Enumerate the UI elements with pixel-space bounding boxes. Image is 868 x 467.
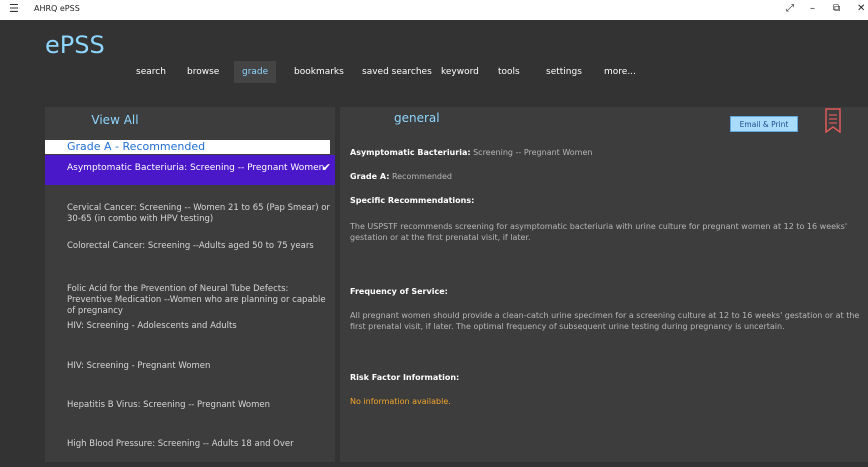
- grade-value: Recommended: [391, 172, 453, 181]
- frequency-label: Frequency of Service:: [350, 287, 448, 296]
- topic-line: Asymptomatic Bacteriuria: Screening -- P…: [350, 147, 860, 158]
- topic-item[interactable]: Folic Acid for the Prevention of Neural …: [67, 284, 335, 317]
- frequency-text: All pregnant women should provide a clea…: [350, 311, 860, 331]
- specific-recommendations-label: Specific Recommendations:: [350, 196, 475, 205]
- title-bar: ☰ AHRQ ePSS ⤢ – ⧉ ✕: [0, 0, 868, 20]
- expand-icon[interactable]: ⤢: [786, 3, 794, 14]
- grade-group-label: Grade A - Recommended: [67, 140, 206, 153]
- nav-more[interactable]: more...: [596, 61, 644, 83]
- nav-settings[interactable]: settings: [538, 61, 590, 83]
- topic-item[interactable]: HIV: Screening - Pregnant Women: [67, 361, 335, 372]
- topic-item[interactable]: Colorectal Cancer: Screening --Adults ag…: [67, 241, 335, 252]
- topic-label: Asymptomatic Bacteriuria:: [350, 148, 471, 157]
- nav-search[interactable]: search: [128, 61, 174, 83]
- checkmark-icon: ✔: [321, 161, 331, 174]
- nav-grade[interactable]: grade: [234, 61, 277, 83]
- specific-recommendations-text: The USPSTF recommends screening for asym…: [350, 222, 848, 242]
- brand-logo: ePSS: [45, 31, 105, 59]
- email-print-button[interactable]: Email & Print: [730, 116, 798, 132]
- topic-item-label: Asymptomatic Bacteriuria: Screening -- P…: [67, 163, 325, 173]
- topic-item[interactable]: High Blood Pressure: Screening -- Adults…: [67, 439, 335, 450]
- grade-group-header: Grade A - Recommended: [45, 140, 330, 154]
- detail-tab-title: general: [394, 111, 440, 125]
- topic-item[interactable]: HIV: Screening - Adolescents and Adults: [67, 321, 335, 332]
- detail-pane: [340, 107, 868, 462]
- grade-line: Grade A: Recommended: [350, 171, 860, 182]
- maximize-icon[interactable]: ⧉: [833, 3, 840, 14]
- view-all-link[interactable]: View All: [45, 113, 185, 127]
- nav-bookmarks[interactable]: bookmarks: [286, 61, 352, 83]
- nav-browse[interactable]: browse: [179, 61, 227, 83]
- app-header: [0, 20, 868, 100]
- minimize-icon[interactable]: –: [810, 3, 815, 14]
- close-icon[interactable]: ✕: [857, 3, 865, 14]
- nav-tools[interactable]: tools: [490, 61, 528, 83]
- topic-item[interactable]: Cervical Cancer: Screening -- Women 21 t…: [67, 203, 335, 225]
- window-title: AHRQ ePSS: [34, 4, 80, 13]
- topic-value: Screening -- Pregnant Women: [473, 148, 593, 157]
- risk-factor-label: Risk Factor Information:: [350, 373, 460, 382]
- risk-factor-text: No information available.: [350, 397, 451, 406]
- hamburger-icon[interactable]: ☰: [9, 2, 19, 15]
- bookmark-icon[interactable]: [825, 108, 841, 133]
- nav-saved-searches[interactable]: saved searches: [354, 61, 440, 83]
- grade-label: Grade A:: [350, 172, 390, 181]
- nav-keyword[interactable]: keyword: [433, 61, 487, 83]
- topic-item[interactable]: Hepatitis B Virus: Screening -- Pregnant…: [67, 400, 335, 411]
- topic-item-selected[interactable]: Asymptomatic Bacteriuria: Screening -- P…: [45, 155, 335, 185]
